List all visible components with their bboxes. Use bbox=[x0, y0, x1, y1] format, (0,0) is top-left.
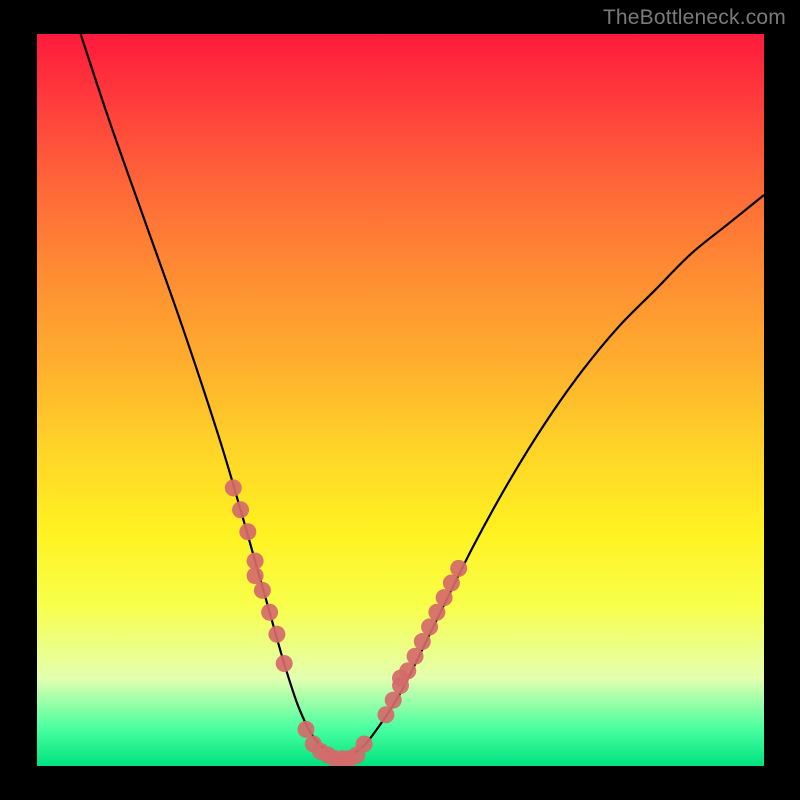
chart-frame: TheBottleneck.com bbox=[0, 0, 800, 800]
watermark-text: TheBottleneck.com bbox=[603, 6, 786, 30]
marker-dot bbox=[399, 662, 416, 679]
marker-dot bbox=[247, 553, 264, 570]
marker-dot bbox=[428, 604, 445, 621]
curve-markers bbox=[225, 479, 467, 766]
curve-svg bbox=[37, 34, 764, 766]
marker-dot bbox=[297, 721, 314, 738]
marker-dot bbox=[414, 633, 431, 650]
marker-dot bbox=[377, 706, 394, 723]
marker-dot bbox=[421, 618, 438, 635]
marker-dot bbox=[443, 575, 460, 592]
plot-area bbox=[37, 34, 764, 766]
marker-dot bbox=[385, 692, 402, 709]
marker-dot bbox=[232, 501, 249, 518]
marker-dot bbox=[276, 655, 293, 672]
marker-dot bbox=[436, 589, 453, 606]
marker-dot bbox=[254, 582, 271, 599]
marker-dot bbox=[450, 560, 467, 577]
marker-dot bbox=[225, 479, 242, 496]
marker-dot bbox=[247, 567, 264, 584]
marker-dot bbox=[239, 523, 256, 540]
marker-dot bbox=[407, 648, 424, 665]
marker-dot bbox=[356, 736, 373, 753]
marker-dot bbox=[261, 604, 278, 621]
marker-dot bbox=[268, 626, 285, 643]
